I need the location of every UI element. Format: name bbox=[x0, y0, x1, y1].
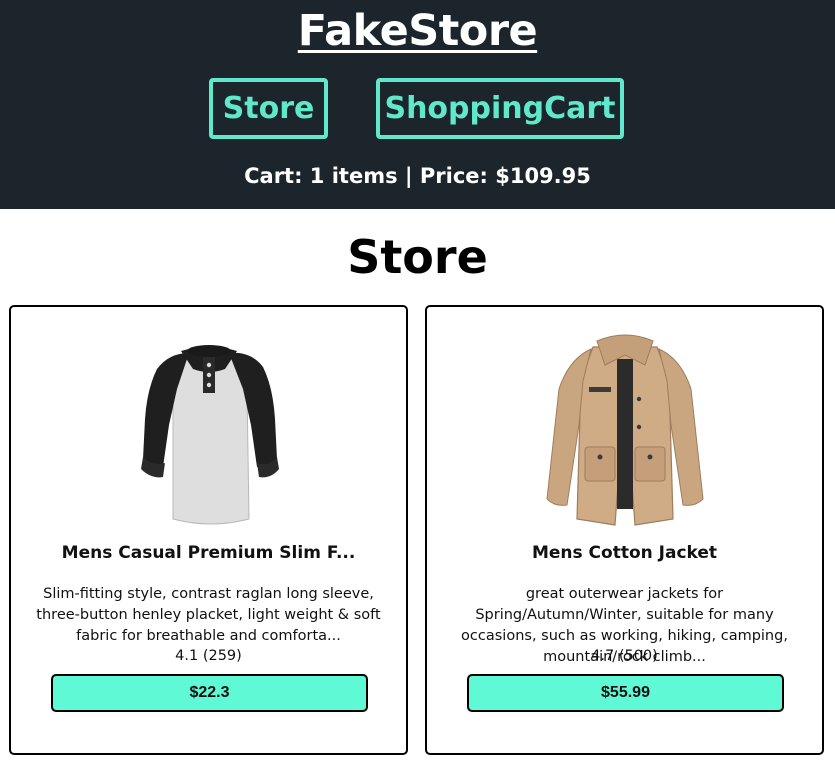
product-title: Mens Casual Premium Slim F... bbox=[61, 543, 356, 563]
add-to-cart-price-button[interactable]: $55.99 bbox=[467, 674, 784, 712]
product-rating: 4.7 (500) bbox=[591, 648, 658, 664]
page-title: Store bbox=[347, 230, 488, 284]
site-header: FakeStore Store ShoppingCart Cart: 1 ite… bbox=[0, 0, 835, 209]
nav-shopping-cart-button[interactable]: ShoppingCart bbox=[376, 78, 624, 139]
product-card: Mens Casual Premium Slim F... Slim-fitti… bbox=[9, 305, 408, 755]
brand-title[interactable]: FakeStore bbox=[0, 6, 835, 56]
raglan-henley-shirt-icon bbox=[140, 345, 279, 525]
product-title: Mens Cotton Jacket bbox=[531, 543, 718, 563]
product-description: Slim-fitting style, contrast raglan long… bbox=[36, 586, 381, 644]
cotton-jacket-icon bbox=[545, 334, 704, 526]
product-image bbox=[427, 329, 822, 529]
product-image bbox=[11, 329, 406, 529]
product-rating: 4.1 (259) bbox=[175, 648, 242, 664]
nav-store-button[interactable]: Store bbox=[209, 78, 328, 139]
product-card: Mens Cotton Jacket great outerwear jacke… bbox=[425, 305, 824, 755]
cart-summary: Cart: 1 items | Price: $109.95 bbox=[244, 164, 591, 188]
add-to-cart-price-button[interactable]: $22.3 bbox=[51, 674, 368, 712]
